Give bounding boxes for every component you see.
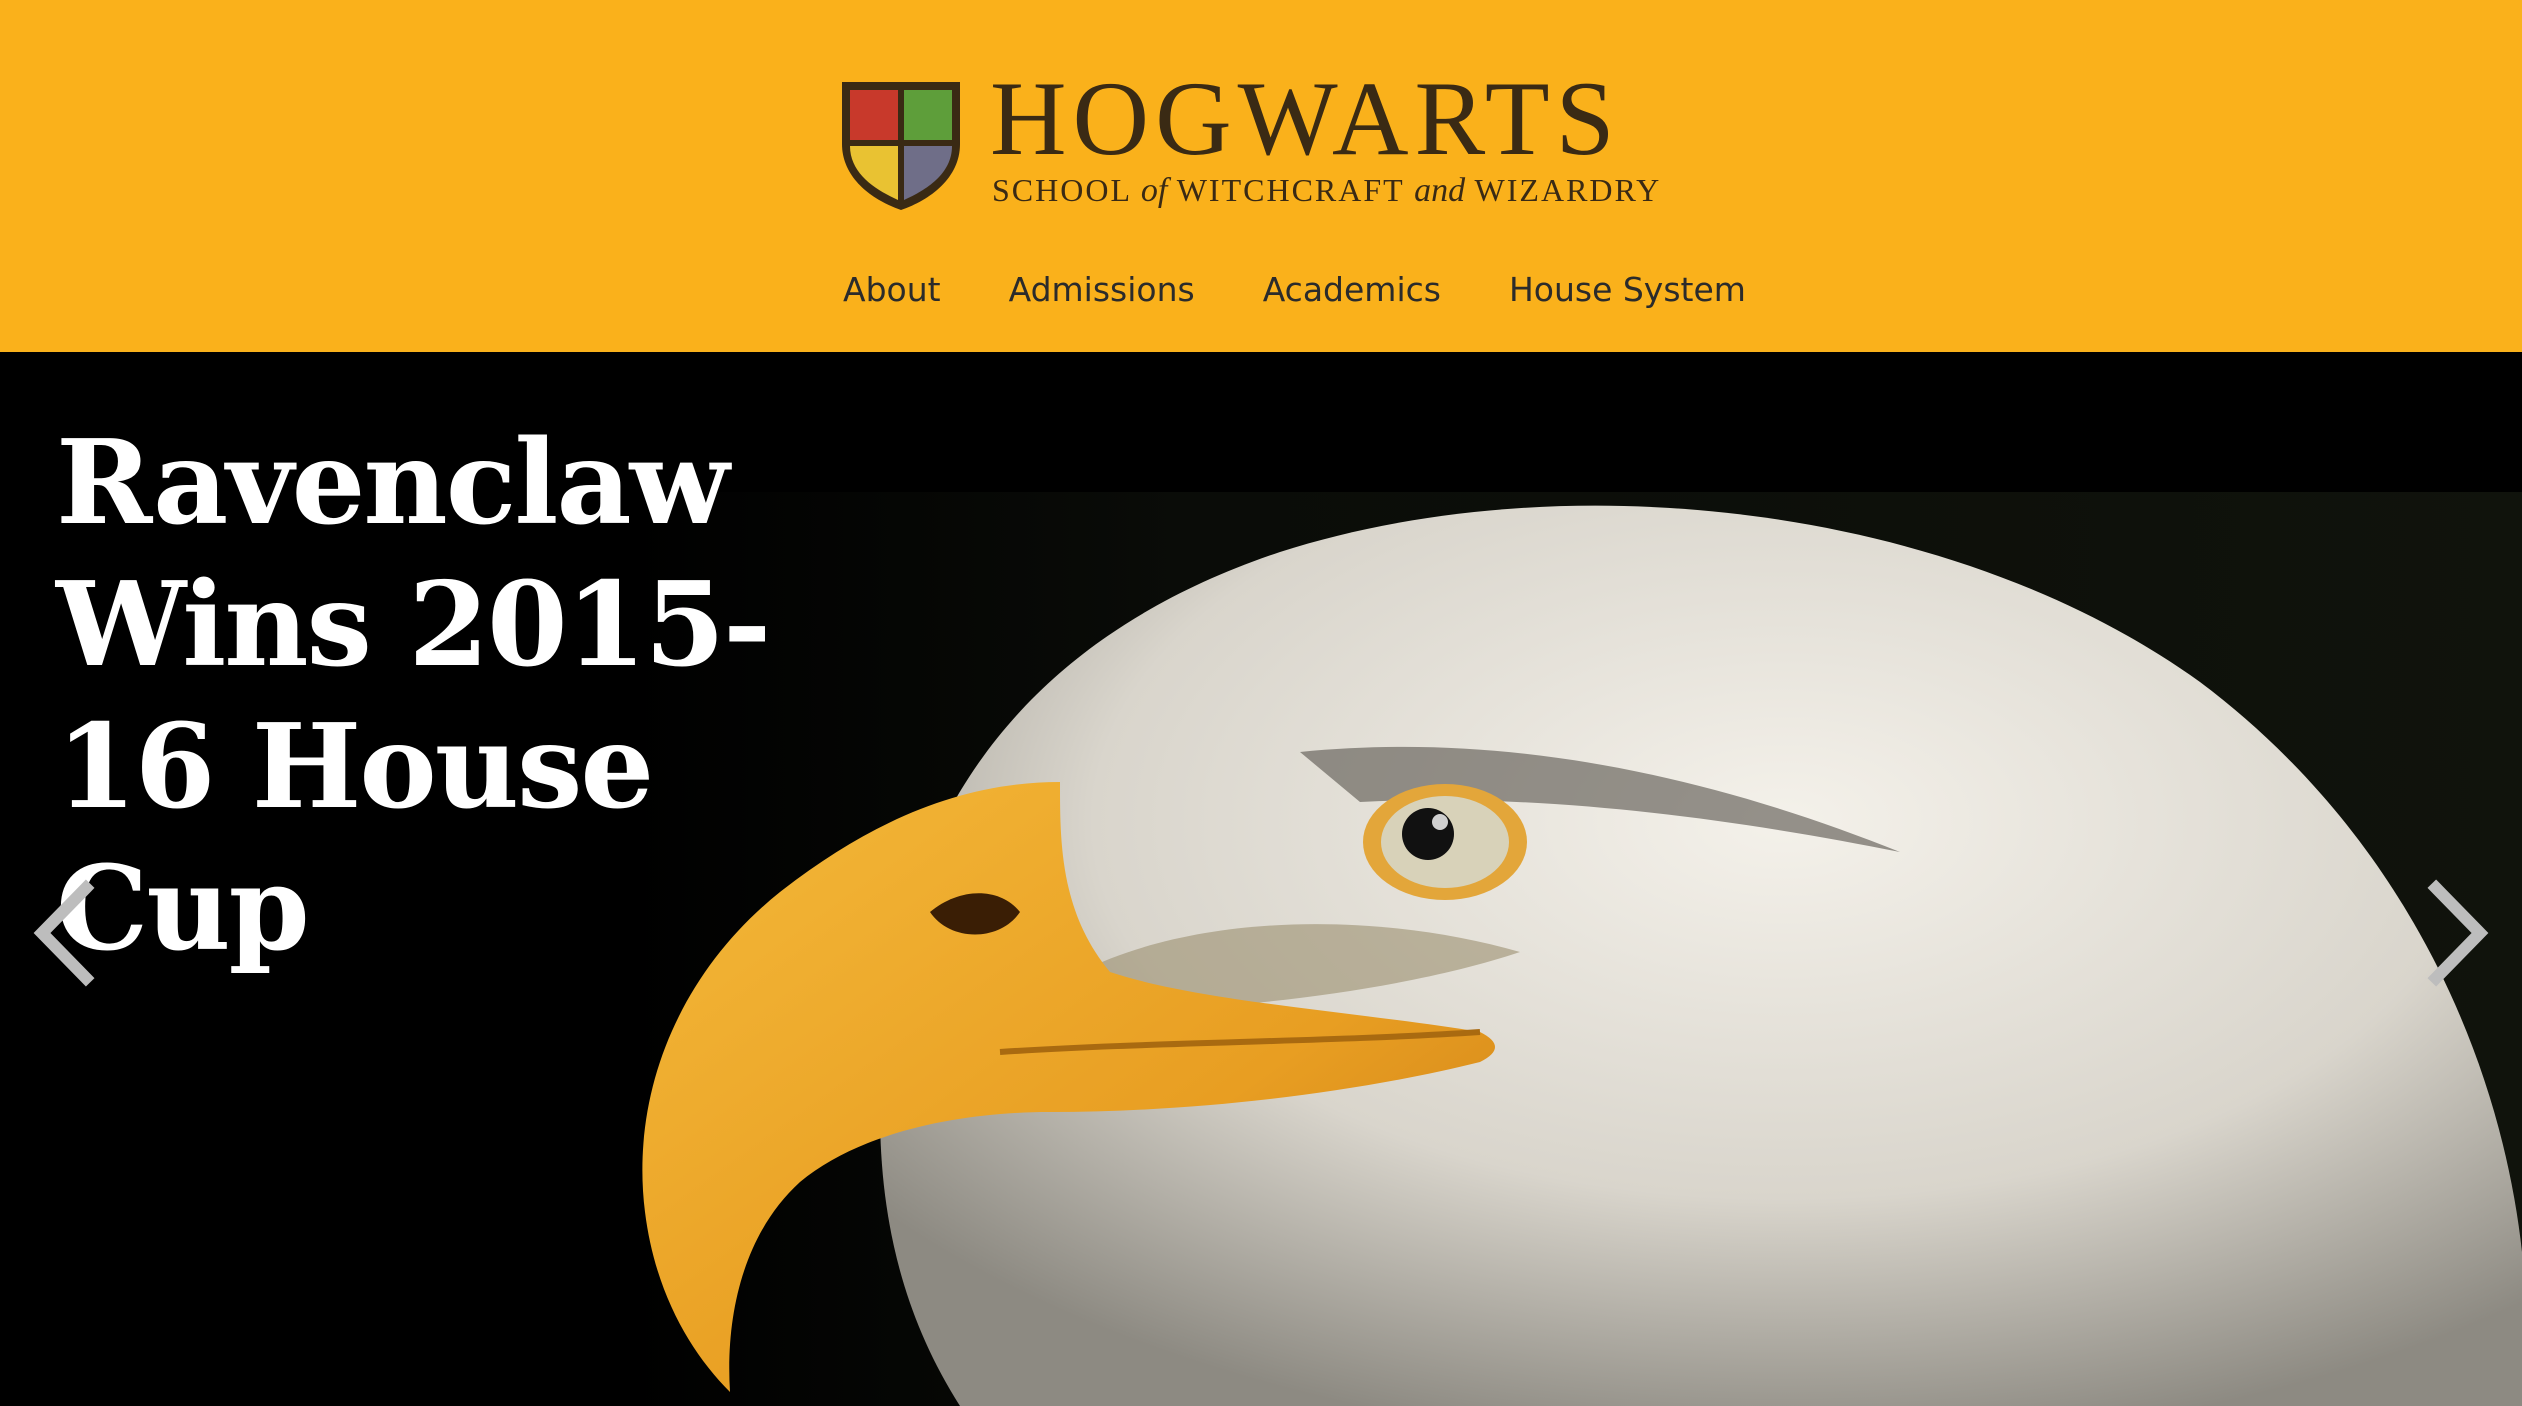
logo-tagline: SCHOOL of WITCHCRAFT and WIZARDRY bbox=[992, 172, 1662, 209]
logo-wordmark: HOGWARTS bbox=[990, 60, 1621, 177]
site-header: HOGWARTS SCHOOL of WITCHCRAFT and WIZARD… bbox=[0, 0, 2522, 352]
main-nav: About Admissions Academics House System bbox=[843, 270, 1746, 310]
nav-admissions[interactable]: Admissions bbox=[1009, 270, 1195, 310]
crest-icon bbox=[842, 82, 960, 210]
site-logo[interactable]: HOGWARTS SCHOOL of WITCHCRAFT and WIZARD… bbox=[838, 66, 1670, 213]
nav-academics[interactable]: Academics bbox=[1263, 270, 1441, 310]
chevron-left-icon[interactable] bbox=[28, 878, 98, 988]
hero-headline[interactable]: Ravenclaw Wins 2015-16 House Cup bbox=[56, 412, 816, 980]
hero-slider: Ravenclaw Wins 2015-16 House Cup bbox=[0, 352, 2522, 1406]
nav-about[interactable]: About bbox=[843, 270, 941, 310]
nav-house-system[interactable]: House System bbox=[1509, 270, 1746, 310]
chevron-right-icon[interactable] bbox=[2424, 878, 2494, 988]
